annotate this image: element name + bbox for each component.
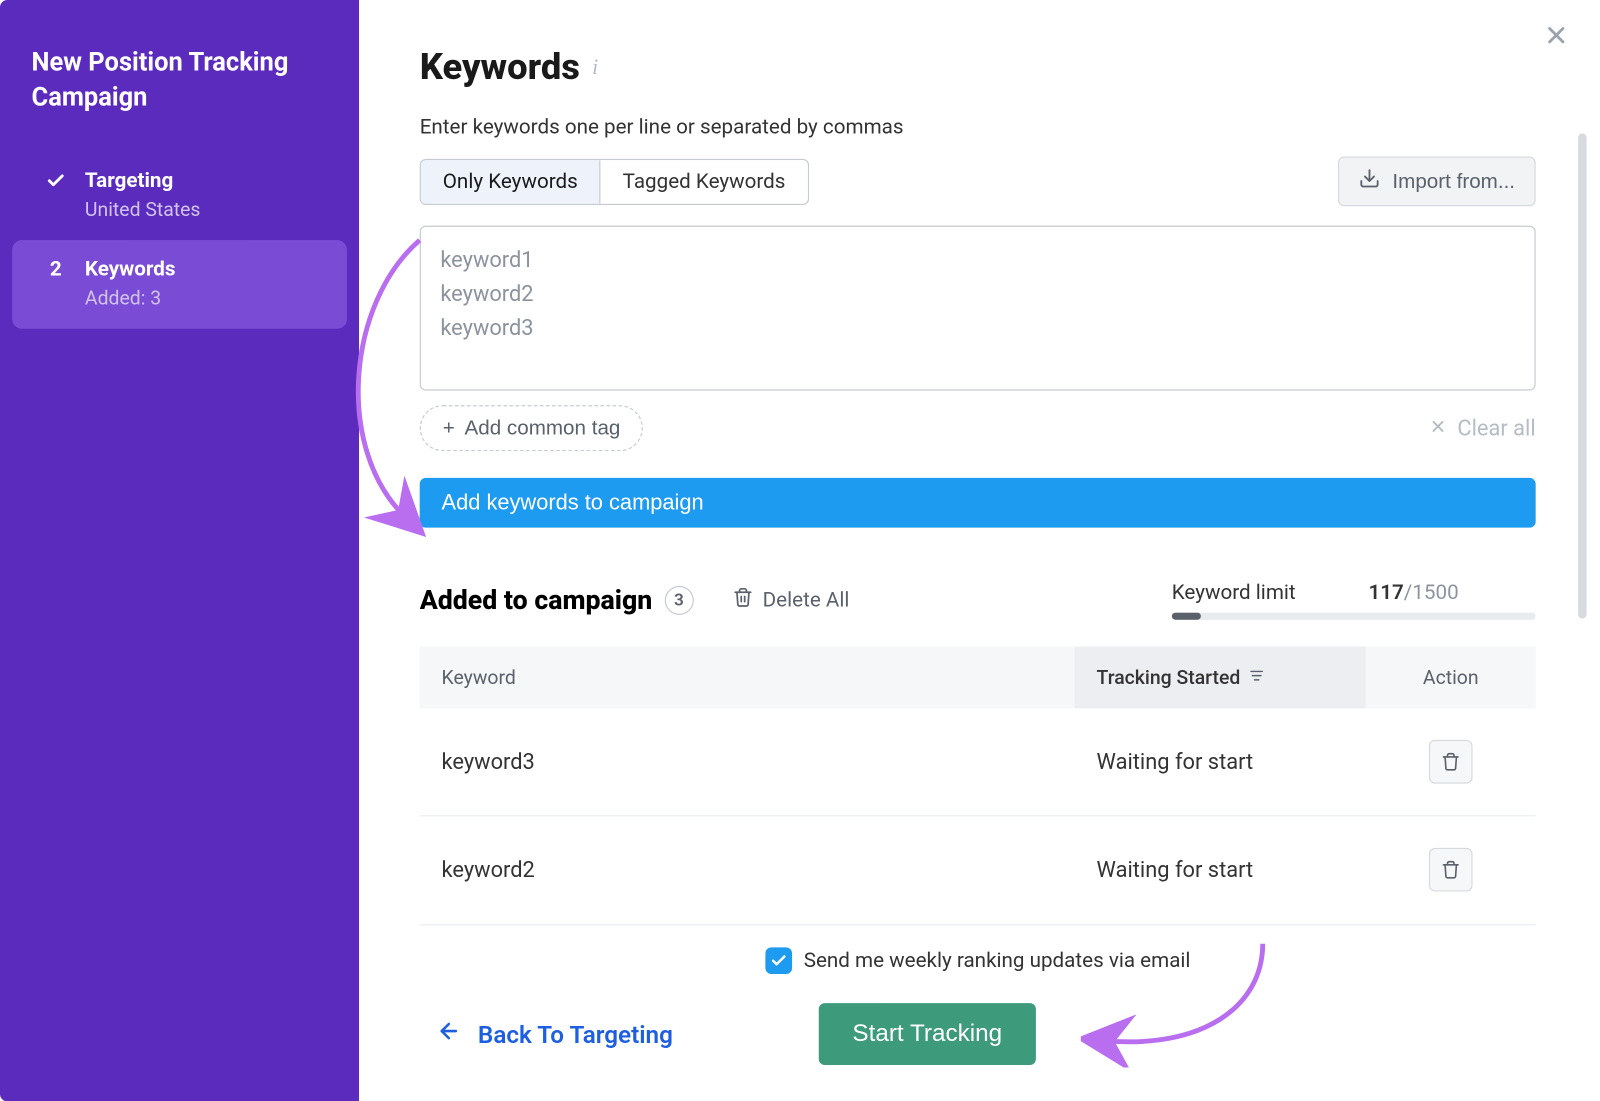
keywords-textarea[interactable] [420,226,1536,391]
clear-all-button[interactable]: Clear all [1429,415,1535,440]
weekly-email-checkbox[interactable] [765,947,792,974]
start-label: Start Tracking [852,1020,1002,1047]
import-label: Import from... [1392,169,1515,193]
cell-keyword: keyword2 [420,825,1075,914]
add-common-tag-button[interactable]: + Add common tag [420,405,644,451]
limit-label: Keyword limit [1172,581,1296,605]
add-tag-label: Add common tag [465,416,621,440]
x-icon [1429,415,1447,440]
page-subtitle: Enter keywords one per line or separated… [420,115,1536,139]
tab-tagged-keywords[interactable]: Tagged Keywords [600,160,808,204]
plus-icon: + [443,416,455,440]
added-title: Added to campaign 3 [420,585,694,615]
delete-all-button[interactable]: Delete All [732,587,849,614]
trash-icon [732,587,753,614]
download-icon [1358,167,1380,195]
import-from-button[interactable]: Import from... [1338,156,1536,206]
cell-status: Waiting for start [1075,717,1366,806]
table-row: keyword2 Waiting for start [420,816,1536,923]
info-icon[interactable]: i [592,55,598,80]
col-action: Action [1366,647,1536,709]
sidebar-title: New Position Tracking Campaign [0,46,359,151]
keywords-table: Keyword Tracking Started Action keyword3… [420,647,1536,924]
start-tracking-button[interactable]: Start Tracking [818,1003,1036,1065]
tab-only-keywords[interactable]: Only Keywords [421,160,600,204]
limit-used: 117 [1368,581,1403,605]
delete-row-button[interactable] [1429,740,1473,784]
step-label: Targeting [85,168,173,192]
back-to-targeting-link[interactable]: Back To Targeting [437,1019,673,1049]
check-icon [44,171,68,190]
col-tracking-started[interactable]: Tracking Started [1075,647,1366,709]
limit-max: /1500 [1404,581,1459,605]
add-keywords-label: Add keywords to campaign [442,490,704,515]
cell-keyword: keyword3 [420,717,1075,806]
wizard-sidebar: New Position Tracking Campaign Targeting… [0,0,359,1101]
arrow-left-icon [437,1019,461,1049]
step-sub: Added: 3 [85,286,315,309]
weekly-email-label: Send me weekly ranking updates via email [804,949,1191,973]
step-targeting[interactable]: Targeting United States [12,151,347,240]
col-tracking-label: Tracking Started [1097,666,1241,689]
step-sub: United States [85,197,315,220]
limit-progress [1172,613,1536,620]
delete-row-button[interactable] [1429,848,1473,892]
col-keyword[interactable]: Keyword [420,647,1075,709]
add-keywords-button[interactable]: Add keywords to campaign [420,478,1536,528]
step-label: Keywords [85,257,176,281]
page-title: Keywords i [420,46,1536,88]
step-keywords[interactable]: 2 Keywords Added: 3 [12,240,347,329]
footer: Send me weekly ranking updates via email… [420,924,1536,1101]
page-title-text: Keywords [420,46,580,88]
main-panel: Keywords i Enter keywords one per line o… [359,0,1596,1101]
delete-all-label: Delete All [763,588,850,612]
cell-status: Waiting for start [1075,825,1366,914]
table-row: keyword3 Waiting for start [420,708,1536,816]
added-count-badge: 3 [664,586,693,615]
back-label: Back To Targeting [478,1020,673,1049]
keyword-mode-tabs: Only Keywords Tagged Keywords [420,158,809,204]
app-window: New Position Tracking Campaign Targeting… [0,0,1596,1101]
sort-icon [1248,666,1265,689]
close-icon[interactable] [1543,22,1570,54]
step-number: 2 [44,257,68,281]
scrollbar[interactable] [1578,133,1586,618]
clear-all-label: Clear all [1457,415,1535,440]
added-title-text: Added to campaign [420,585,653,615]
